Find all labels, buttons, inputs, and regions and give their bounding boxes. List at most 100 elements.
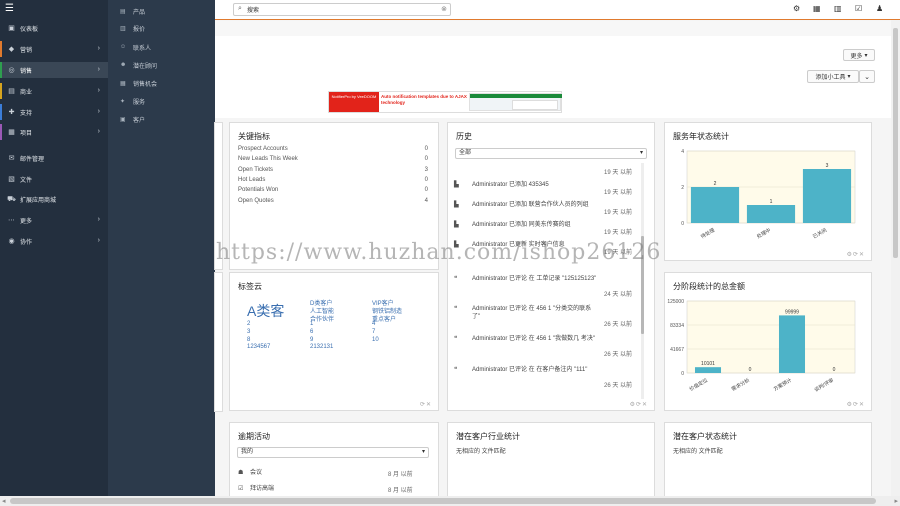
nav-item[interactable]: ✉ 邮件管理 xyxy=(0,150,108,166)
history-time: 26 天 以前 xyxy=(604,383,633,389)
history-filter-select[interactable]: 全部 ▾ xyxy=(455,148,647,159)
dashboard-icon: ▣ xyxy=(8,25,15,32)
tag-link[interactable]: 2132131 xyxy=(310,344,333,350)
tag-link[interactable]: 7 xyxy=(372,329,375,335)
tag-link[interactable]: 9 xyxy=(310,337,313,343)
x-tick-label: 价值定位 xyxy=(688,377,709,393)
overdue-time: 8 月 以前 xyxy=(388,472,413,478)
tag-link[interactable]: 重点客户 xyxy=(372,314,396,323)
comment-icon: ❝ xyxy=(454,276,458,282)
page-vertical-scroll-thumb[interactable] xyxy=(893,28,898,258)
submenu-item[interactable]: ☺ 联系人 xyxy=(108,39,215,55)
submenu-item[interactable]: ☻ 潜在顾问 xyxy=(108,57,215,73)
globe-icon: ◉ xyxy=(8,238,15,245)
panel-controls[interactable]: ⟳✕ xyxy=(420,401,432,408)
kpi-row[interactable]: Potentials Won 0 xyxy=(238,187,428,197)
tag-link[interactable]: 3 xyxy=(247,329,250,335)
nav-item[interactable]: ⛟ 扩展应用商城 xyxy=(0,191,108,207)
nav-item[interactable]: ◆ 营销 › xyxy=(0,41,108,57)
search-input[interactable] xyxy=(247,5,437,14)
nav-item[interactable]: ⋯ 更多 › xyxy=(0,212,108,228)
search-icon: ⌕ xyxy=(238,5,242,12)
tag-cloud-panel: 标签云 A类客 D类客户 VIP客户 人工智能 钢铁铝制造 合作伙伴 重点客户 2 1 4 3 6 7 8… xyxy=(229,272,439,411)
scroll-left-arrow-icon[interactable]: ◂ xyxy=(2,497,6,505)
nav-item[interactable]: ▧ 文件 xyxy=(0,171,108,187)
history-filter-value: 全部 xyxy=(459,150,472,156)
page-horizontal-scrollbar[interactable]: ◂ ▸ xyxy=(0,496,900,506)
nav-item[interactable]: ▣ 仪表板 xyxy=(0,20,108,36)
tag-link[interactable]: 4 xyxy=(372,321,375,327)
add-widget-button[interactable]: 添加小工具 ▾ xyxy=(807,70,859,83)
search-clear-icon[interactable]: ⊗ xyxy=(441,5,447,13)
lead-icon: ☻ xyxy=(120,62,127,68)
bar xyxy=(802,169,852,223)
panel-left-edge-mid xyxy=(214,272,223,412)
overdue-filter-select[interactable]: 我的 ▾ xyxy=(237,447,429,458)
gear-icon[interactable]: ⚙ xyxy=(793,5,800,13)
add-widget-label: 添加小工具 xyxy=(815,75,846,81)
global-search[interactable]: ⌕ ⊗ xyxy=(233,3,451,16)
kpi-row[interactable]: Prospect Accounts 0 xyxy=(238,146,428,156)
submenu-item[interactable]: ▦ 销售机会 xyxy=(108,75,215,91)
submenu-item[interactable]: ▣ 客户 xyxy=(108,111,215,127)
page-horizontal-scroll-thumb[interactable] xyxy=(10,498,876,504)
tag-link[interactable]: A类客 xyxy=(247,301,284,321)
tag-link[interactable]: 6 xyxy=(310,329,313,335)
x-tick-label: 谈判/评审 xyxy=(813,377,835,394)
nav-item-label: 仪表板 xyxy=(20,26,39,33)
nav-item-label: 更多 xyxy=(20,218,33,225)
panel-controls[interactable]: ⚙⟳✕ xyxy=(847,251,865,258)
panel-title: 分阶段统计的总金额 xyxy=(673,282,745,291)
panel-controls[interactable]: ⚙⟳✕ xyxy=(630,401,648,408)
y-tick-label: 125000 xyxy=(667,299,684,305)
tag-link[interactable]: 10 xyxy=(372,337,379,343)
overdue-activities-panel: 逾期活动 我的 ▾ ☗ 会议 8 月 以前 ☑ 拜访高端 8 月 以前 xyxy=(229,422,439,502)
contact-icon: ☺ xyxy=(120,44,127,50)
page-vertical-scrollbar[interactable] xyxy=(891,20,900,496)
tag-link[interactable]: 8 xyxy=(247,337,250,343)
kpi-row[interactable]: Hot Leads 0 xyxy=(238,177,428,187)
kpi-value: 0 xyxy=(424,146,428,152)
submenu-item[interactable]: ▥ 报价 xyxy=(108,20,215,36)
history-text: Administrator 已添加 联营合作伙人员的列组 xyxy=(472,202,589,208)
comment-icon: ❝ xyxy=(454,367,458,373)
collapse-toggle-button[interactable]: ⌄ xyxy=(859,70,875,83)
target-icon: ◎ xyxy=(8,67,15,74)
content-subheader xyxy=(215,21,900,36)
mail-icon: ✉ xyxy=(8,155,15,162)
calendar-icon[interactable]: ▦ xyxy=(813,5,821,13)
project-icon: ▦ xyxy=(8,129,15,136)
nav-item-label: 项目 xyxy=(20,130,33,137)
more-button[interactable]: 更多 ▾ xyxy=(843,49,875,61)
nav-item[interactable]: ◎ 销售 › xyxy=(0,62,108,78)
ad-banner[interactable]: NotifierPro by VeeDOOM Auto notification… xyxy=(328,91,562,113)
banner-screenshot xyxy=(469,93,562,111)
chart-icon[interactable]: ▥ xyxy=(834,5,842,13)
more-icon: ⋯ xyxy=(8,217,15,224)
submenu-item[interactable]: ✦ 服务 xyxy=(108,93,215,109)
bar xyxy=(694,367,722,373)
comment-icon: ❝ xyxy=(454,336,458,342)
nav-item[interactable]: ▤ 商业 › xyxy=(0,83,108,99)
hamburger-menu-icon[interactable]: ☰ xyxy=(5,4,17,14)
history-panel: 历史 全部 ▾ ▙ 19 天 以前 ▙ Administrator 已添加 43534… xyxy=(447,122,655,411)
panel-controls[interactable]: ⚙⟳✕ xyxy=(847,401,865,408)
tag-link[interactable]: 1 xyxy=(310,321,313,327)
nav-item[interactable]: ◉ 协作 › xyxy=(0,233,108,249)
checkbox-icon[interactable]: ☑ xyxy=(855,5,862,13)
product-icon: ▤ xyxy=(120,8,126,15)
kpi-row[interactable]: New Leads This Week 0 xyxy=(238,156,428,166)
nav-item[interactable]: ✚ 支持 › xyxy=(0,104,108,120)
user-icon[interactable]: ♟ xyxy=(876,5,883,13)
kpi-row[interactable]: Open Tickets 3 xyxy=(238,167,428,177)
tag-link[interactable]: 2 xyxy=(247,321,250,327)
kpi-row[interactable]: Open Quotes 4 xyxy=(238,198,428,208)
overdue-filter-value: 我的 xyxy=(241,449,254,455)
tag-link[interactable]: 合作伙伴 xyxy=(310,314,334,323)
nav-item[interactable]: ▦ 项目 › xyxy=(0,124,108,140)
scroll-right-arrow-icon[interactable]: ▸ xyxy=(894,497,898,505)
y-tick-label: 2 xyxy=(681,185,684,191)
tag-link[interactable]: 1234567 xyxy=(247,344,270,350)
submenu-item[interactable]: ▤ 产品 xyxy=(108,3,215,19)
data-label: 1 xyxy=(770,199,773,205)
